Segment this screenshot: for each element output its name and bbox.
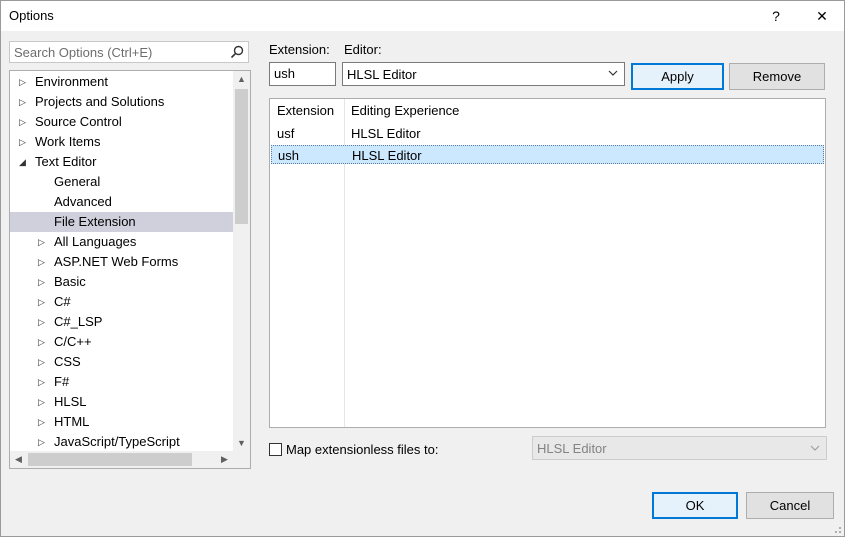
tree-item[interactable]: ▷ JavaScript/TypeScript [10, 432, 233, 452]
tree-item-label: Advanced [54, 194, 112, 209]
collapsed-arrow-icon[interactable]: ▷ [19, 112, 29, 132]
collapsed-arrow-icon[interactable]: ▷ [38, 332, 48, 352]
tree-item-label: File Extension [54, 214, 136, 229]
search-placeholder: Search Options (Ctrl+E) [14, 45, 153, 60]
tree-item-label: Work Items [35, 134, 101, 149]
tree-item[interactable]: ▷ HTML [10, 412, 233, 432]
tree-item-label: Basic [54, 274, 86, 289]
chevron-down-icon [810, 445, 820, 451]
tree-item[interactable]: ▷ Source Control [10, 112, 233, 132]
search-options-input[interactable]: Search Options (Ctrl+E) [9, 41, 249, 63]
collapsed-arrow-icon[interactable]: ▷ [38, 412, 48, 432]
tree-item-label: HLSL [54, 394, 87, 409]
collapsed-arrow-icon[interactable]: ▷ [38, 352, 48, 372]
tree-item[interactable]: ▷ CSS [10, 352, 233, 372]
tree-item-label: JavaScript/TypeScript [54, 434, 180, 449]
tree-item[interactable]: ▷ C# [10, 292, 233, 312]
tree-horizontal-scroll-thumb[interactable] [28, 453, 192, 466]
search-icon [230, 45, 244, 59]
scroll-left-icon[interactable]: ◀ [10, 451, 27, 468]
tree-item[interactable]: ▷ ASP.NET Web Forms [10, 252, 233, 272]
tree-item-label: C#_LSP [54, 314, 103, 329]
editor-label: Editor: [344, 42, 382, 57]
tree-item[interactable]: ▷ C/C++ [10, 332, 233, 352]
scroll-up-icon[interactable]: ▲ [233, 71, 250, 88]
tree-item[interactable]: ▷ Basic [10, 272, 233, 292]
collapsed-arrow-icon[interactable]: ▷ [19, 132, 29, 152]
cancel-button[interactable]: Cancel [746, 492, 834, 519]
expanded-arrow-icon[interactable]: ◢ [19, 152, 29, 172]
help-button[interactable]: ? [758, 1, 794, 31]
tree-item[interactable]: ▷ Environment [10, 72, 233, 92]
tree-item-label: Text Editor [35, 154, 97, 169]
list-item-extension: usf [277, 126, 295, 141]
collapsed-arrow-icon[interactable]: ▷ [19, 72, 29, 92]
window-title: Options [9, 8, 54, 23]
tree-item[interactable]: Advanced [10, 192, 233, 212]
collapsed-arrow-icon[interactable]: ▷ [38, 272, 48, 292]
column-header-extension[interactable]: Extension [277, 103, 334, 118]
tree-vertical-scroll-thumb[interactable] [235, 89, 248, 224]
tree-item-label: C/C++ [54, 334, 92, 349]
list-item[interactable]: usf HLSL Editor [271, 124, 824, 143]
collapsed-arrow-icon[interactable]: ▷ [38, 432, 48, 452]
tree-item[interactable]: ▷ HLSL [10, 392, 233, 412]
list-item-editing-experience: HLSL Editor [351, 126, 421, 141]
tree-item[interactable]: ▷ All Languages [10, 232, 233, 252]
tree-item[interactable]: ▷ Work Items [10, 132, 233, 152]
tree-item-label: Environment [35, 74, 108, 89]
close-button[interactable]: ✕ [804, 1, 840, 31]
title-bar: Options ? ✕ [1, 1, 844, 31]
options-tree[interactable]: ▷ Environment ▷ Projects and Solutions ▷ Sour… [9, 70, 251, 469]
collapsed-arrow-icon[interactable]: ▷ [38, 232, 48, 252]
tree-item[interactable]: ◢ Text Editor [10, 152, 233, 172]
editor-dropdown[interactable]: HLSL Editor [342, 62, 625, 86]
collapsed-arrow-icon[interactable]: ▷ [38, 292, 48, 312]
tree-item-label: All Languages [54, 234, 137, 249]
tree-item[interactable]: ▷ F# [10, 372, 233, 392]
resize-grip-icon[interactable] [832, 524, 842, 534]
tree-item[interactable]: General [10, 172, 233, 192]
tree-item-label: Projects and Solutions [35, 94, 165, 109]
tree-item[interactable]: File Extension [10, 212, 233, 232]
scroll-right-icon[interactable]: ▶ [216, 451, 233, 468]
remove-button[interactable]: Remove [729, 63, 825, 90]
tree-item[interactable]: ▷ C#_LSP [10, 312, 233, 332]
tree-item-label: Source Control [35, 114, 122, 129]
extensionless-editor-dropdown: HLSL Editor [532, 436, 827, 460]
collapsed-arrow-icon[interactable]: ▷ [38, 252, 48, 272]
collapsed-arrow-icon[interactable]: ▷ [38, 312, 48, 332]
collapsed-arrow-icon[interactable]: ▷ [38, 392, 48, 412]
list-item[interactable]: ush HLSL Editor [271, 145, 824, 164]
extension-input[interactable]: ush [269, 62, 336, 86]
tree-item-label: ASP.NET Web Forms [54, 254, 179, 269]
map-extensionless-checkbox[interactable] [269, 443, 282, 456]
chevron-down-icon [608, 70, 618, 76]
list-item-editing-experience: HLSL Editor [352, 148, 422, 163]
tree-horizontal-scrollbar[interactable]: ◀ ▶ [10, 451, 250, 468]
list-item-extension: ush [278, 148, 299, 163]
scroll-down-icon[interactable]: ▼ [233, 435, 250, 452]
editor-dropdown-value: HLSL Editor [347, 67, 417, 82]
ok-button[interactable]: OK [652, 492, 738, 519]
tree-item-label: HTML [54, 414, 90, 429]
tree-item-label: General [54, 174, 101, 189]
collapsed-arrow-icon[interactable]: ▷ [38, 372, 48, 392]
extension-label: Extension: [269, 42, 330, 57]
apply-button[interactable]: Apply [631, 63, 724, 90]
extensionless-editor-value: HLSL Editor [537, 441, 607, 456]
map-extensionless-label[interactable]: Map extensionless files to: [286, 442, 438, 457]
extension-mapping-list[interactable]: Extension Editing Experience usf HLSL Edi… [269, 98, 826, 428]
tree-item-label: C# [54, 294, 71, 309]
tree-item-label: CSS [54, 354, 81, 369]
tree-item[interactable]: ▷ Projects and Solutions [10, 92, 233, 112]
tree-item-label: F# [54, 374, 70, 389]
tree-vertical-scrollbar[interactable]: ▲ ▼ [233, 71, 250, 452]
collapsed-arrow-icon[interactable]: ▷ [19, 92, 29, 112]
options-dialog: Options ? ✕ Search Options (Ctrl+E) ▷ Env… [0, 0, 845, 537]
column-header-editing-experience[interactable]: Editing Experience [351, 103, 459, 118]
